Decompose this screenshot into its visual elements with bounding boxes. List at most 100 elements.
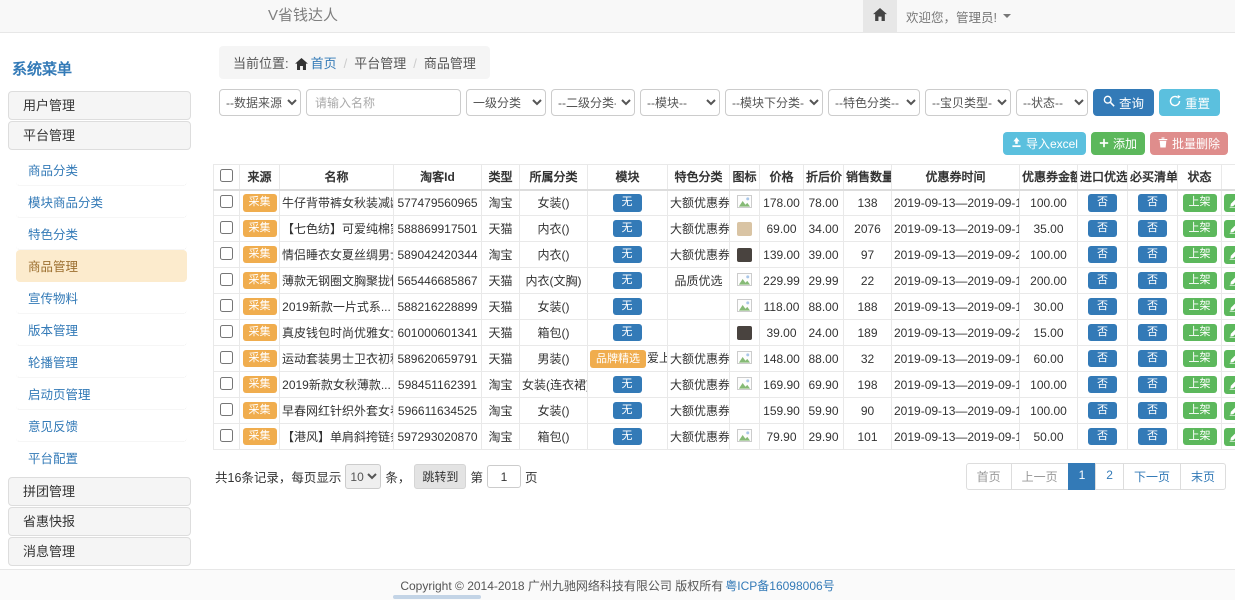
row-checkbox[interactable] (220, 325, 233, 338)
filter-select-1[interactable]: 一级分类 (466, 89, 546, 116)
sidebar-group-2[interactable]: 拼团管理 (8, 477, 191, 506)
row-checkbox[interactable] (220, 195, 233, 208)
sidebar-group-3[interactable]: 省惠快报 (8, 507, 191, 536)
sidebar-subitem[interactable]: 版本管理 (16, 314, 187, 346)
price: 178.00 (760, 190, 804, 216)
horizontal-scrollbar-thumb[interactable] (393, 595, 481, 599)
sidebar-subitem[interactable]: 商品管理 (16, 250, 187, 282)
status-badge[interactable]: 上架 (1183, 272, 1217, 290)
must-buy-badge[interactable]: 否 (1138, 246, 1167, 264)
edit-button[interactable] (1224, 402, 1235, 420)
imported-badge[interactable]: 否 (1088, 220, 1117, 238)
sidebar-group-1[interactable]: 平台管理 (8, 121, 191, 150)
edit-button[interactable] (1224, 220, 1235, 238)
must-buy-badge[interactable]: 否 (1138, 272, 1167, 290)
edit-button[interactable] (1224, 376, 1235, 394)
pager-item[interactable]: 上一页 (1011, 463, 1069, 490)
jump-page-input[interactable] (487, 465, 521, 488)
select-all-checkbox[interactable] (220, 169, 233, 182)
imported-badge[interactable]: 否 (1088, 402, 1117, 420)
imported-badge[interactable]: 否 (1088, 376, 1117, 394)
imported-badge[interactable]: 否 (1088, 298, 1117, 316)
pager-item[interactable]: 首页 (966, 463, 1012, 490)
edit-button[interactable] (1224, 194, 1235, 212)
import-excel-button[interactable]: 导入excel (1003, 132, 1086, 155)
filter-select-6[interactable]: --宝贝类型-- (925, 89, 1011, 116)
status-badge[interactable]: 上架 (1183, 298, 1217, 316)
sidebar-subitem[interactable]: 宣传物料 (16, 282, 187, 314)
query-button[interactable]: 查询 (1093, 89, 1154, 116)
sidebar-subitem[interactable]: 商品分类 (16, 154, 187, 186)
edit-button[interactable] (1224, 350, 1235, 368)
must-buy-badge[interactable]: 否 (1138, 428, 1167, 446)
row-checkbox[interactable] (220, 273, 233, 286)
module-cell: 无 (588, 424, 668, 450)
must-buy-badge[interactable]: 否 (1138, 220, 1167, 238)
user-menu[interactable]: 欢迎您，管理员! (906, 0, 1011, 32)
batch-delete-button[interactable]: 批量删除 (1150, 132, 1228, 155)
home-button[interactable] (863, 0, 897, 32)
status-badge[interactable]: 上架 (1183, 350, 1217, 368)
must-buy-badge[interactable]: 否 (1138, 350, 1167, 368)
pager-item[interactable]: 末页 (1180, 463, 1226, 490)
pager-current-page[interactable]: 1 (1068, 463, 1097, 490)
filter-select-2[interactable]: --二级分类-- (551, 89, 635, 116)
edit-button[interactable] (1224, 428, 1235, 446)
must-buy-badge[interactable]: 否 (1138, 194, 1167, 212)
imported-badge[interactable]: 否 (1088, 350, 1117, 368)
icp-link[interactable]: 粤ICP备16098006号 (725, 577, 834, 594)
must-buy-badge[interactable]: 否 (1138, 298, 1167, 316)
filter-select-3[interactable]: --模块-- (640, 89, 720, 116)
page-size-select[interactable]: 10 (345, 464, 381, 489)
price: 69.00 (760, 216, 804, 242)
sidebar-subitem[interactable]: 模块商品分类 (16, 186, 187, 218)
imported-badge[interactable]: 否 (1088, 246, 1117, 264)
filter-select-5[interactable]: --特色分类-- (828, 89, 920, 116)
name-search-input[interactable] (306, 89, 461, 116)
filter-select-7[interactable]: --状态-- (1016, 89, 1088, 116)
row-checkbox[interactable] (220, 221, 233, 234)
row-checkbox[interactable] (220, 429, 233, 442)
pager-item[interactable]: 下一页 (1123, 463, 1181, 490)
breadcrumb-home-link[interactable]: 首页 (311, 56, 337, 71)
add-button[interactable]: 添加 (1091, 132, 1145, 155)
row-checkbox[interactable] (220, 377, 233, 390)
status-badge[interactable]: 上架 (1183, 246, 1217, 264)
product-type: 淘宝 (482, 242, 520, 268)
status-badge[interactable]: 上架 (1183, 402, 1217, 420)
sidebar-group-0[interactable]: 用户管理 (8, 91, 191, 120)
edit-button[interactable] (1224, 272, 1235, 290)
must-buy-badge[interactable]: 否 (1138, 376, 1167, 394)
sidebar-subitem[interactable]: 特色分类 (16, 218, 187, 250)
sales-count: 101 (844, 424, 892, 450)
must-buy-badge[interactable]: 否 (1138, 402, 1167, 420)
imported-badge[interactable]: 否 (1088, 272, 1117, 290)
edit-button[interactable] (1224, 298, 1235, 316)
sidebar-group-4[interactable]: 消息管理 (8, 537, 191, 566)
edit-button[interactable] (1224, 246, 1235, 264)
sidebar-subitem[interactable]: 平台配置 (16, 442, 187, 473)
filter-select-4[interactable]: --模块下分类-- (725, 89, 823, 116)
status-badge[interactable]: 上架 (1183, 376, 1217, 394)
filter-select-0[interactable]: --数据来源-- (219, 89, 301, 116)
row-checkbox[interactable] (220, 247, 233, 260)
jump-button[interactable]: 跳转到 (414, 464, 466, 489)
status-badge[interactable]: 上架 (1183, 220, 1217, 238)
sidebar-subitem[interactable]: 意见反馈 (16, 410, 187, 442)
column-header: 优惠券时间 (892, 165, 1020, 190)
status-badge[interactable]: 上架 (1183, 194, 1217, 212)
edit-button[interactable] (1224, 324, 1235, 342)
sidebar-subitem[interactable]: 轮播管理 (16, 346, 187, 378)
row-checkbox[interactable] (220, 299, 233, 312)
pager-item[interactable]: 2 (1095, 463, 1124, 490)
imported-badge[interactable]: 否 (1088, 194, 1117, 212)
imported-badge[interactable]: 否 (1088, 428, 1117, 446)
status-badge[interactable]: 上架 (1183, 324, 1217, 342)
row-checkbox[interactable] (220, 403, 233, 416)
row-checkbox[interactable] (220, 351, 233, 364)
reset-button[interactable]: 重置 (1159, 89, 1220, 116)
must-buy-badge[interactable]: 否 (1138, 324, 1167, 342)
imported-badge[interactable]: 否 (1088, 324, 1117, 342)
status-badge[interactable]: 上架 (1183, 428, 1217, 446)
sidebar-subitem[interactable]: 启动页管理 (16, 378, 187, 410)
